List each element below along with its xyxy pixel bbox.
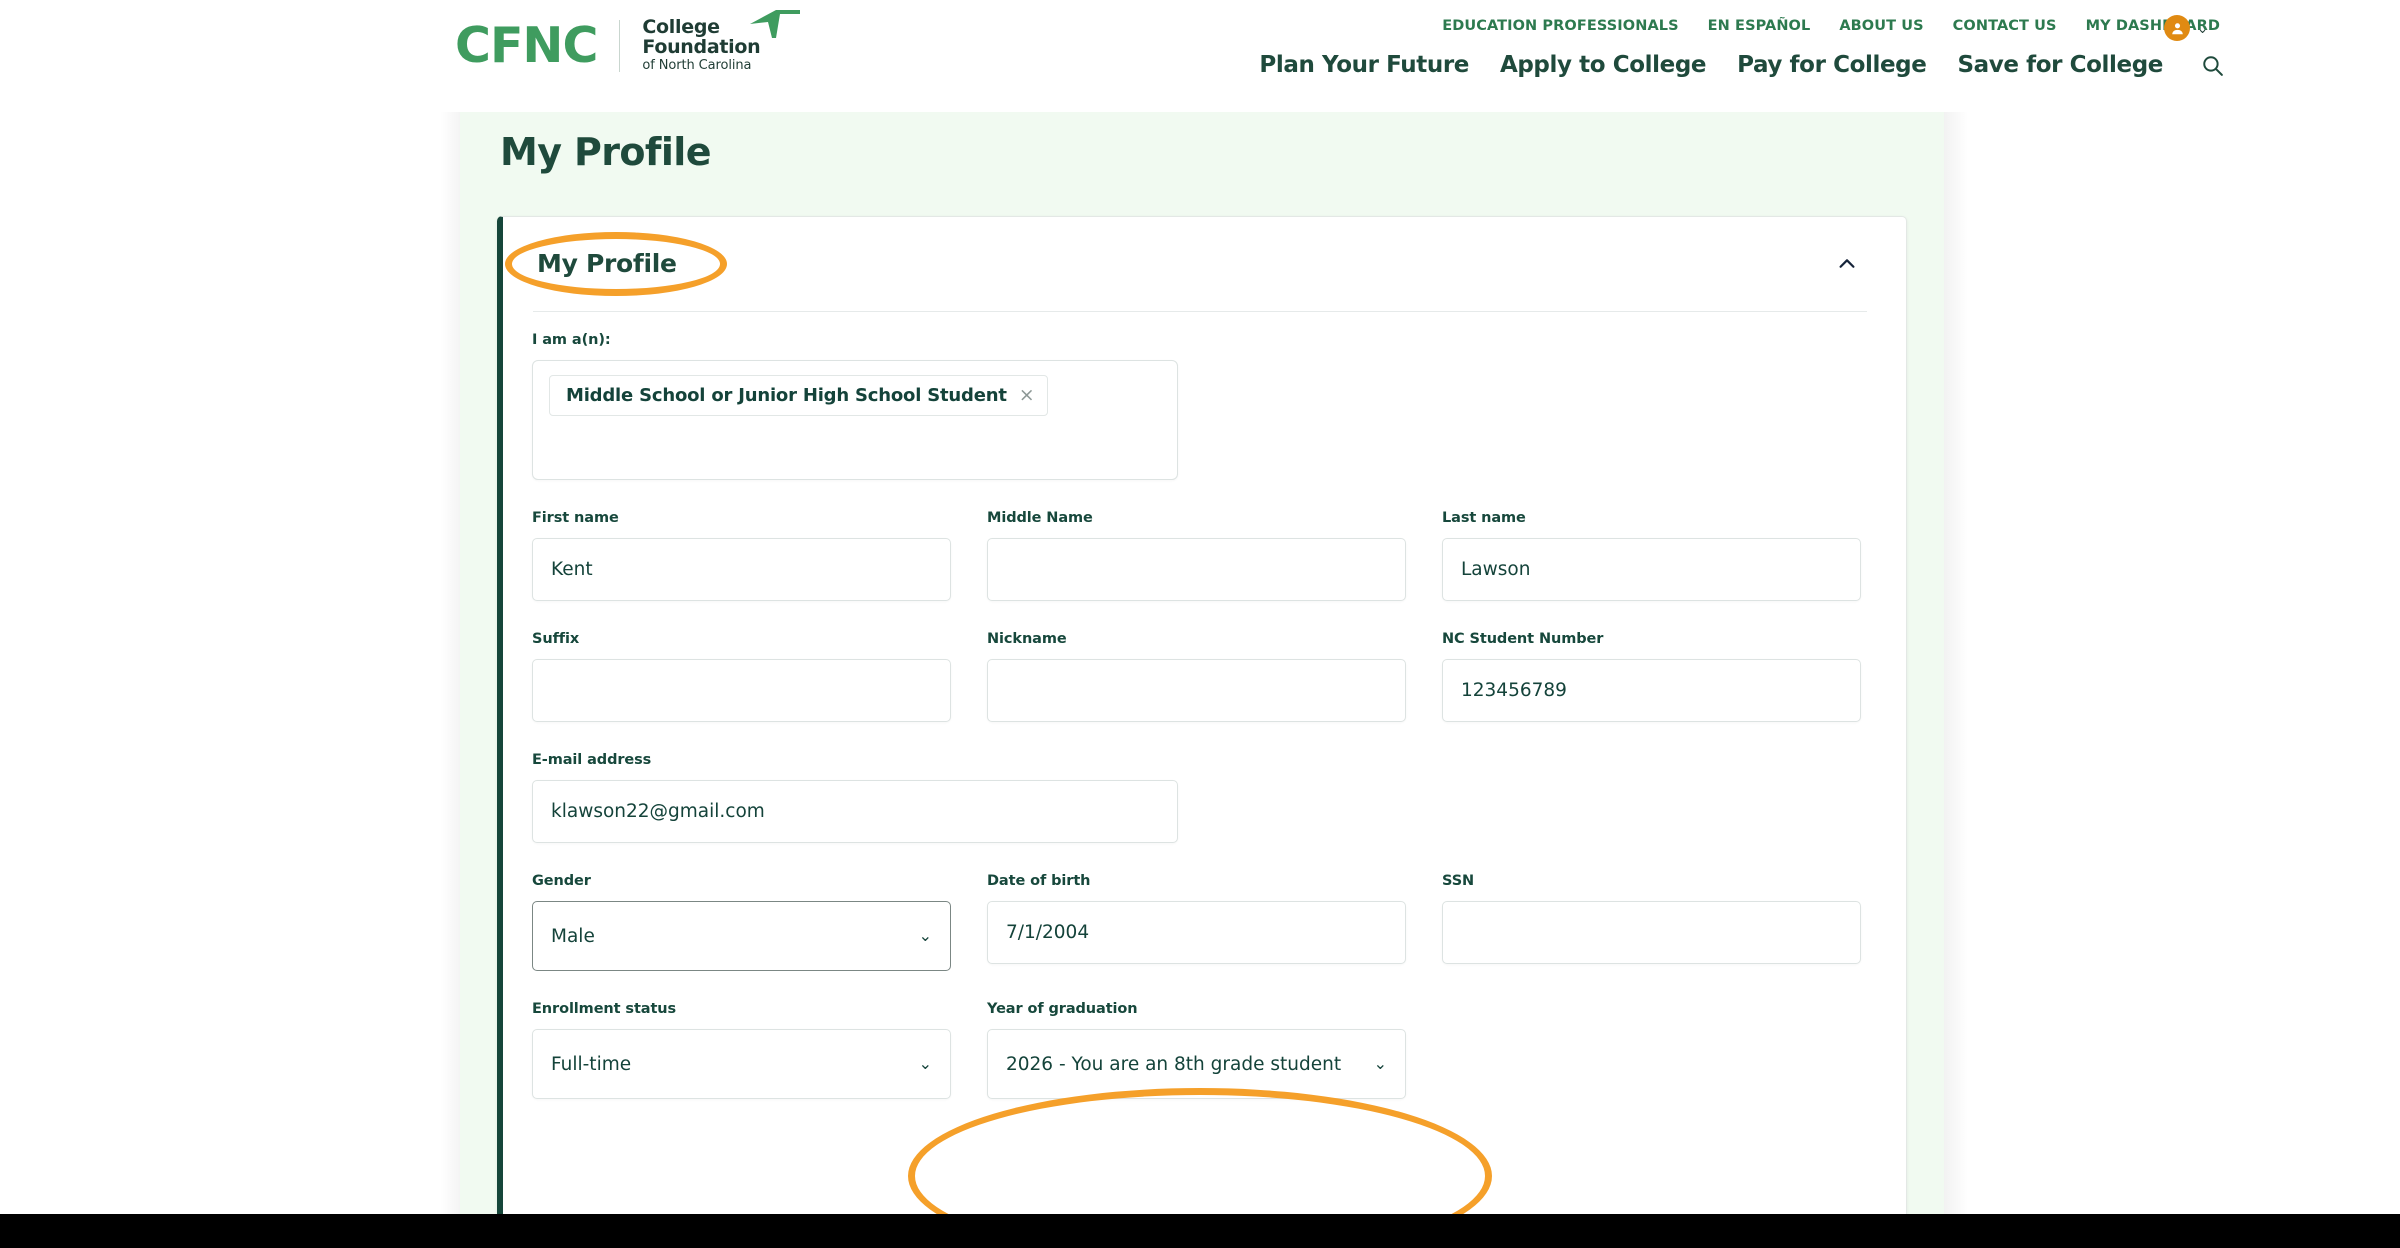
field-gender: Gender Male ⌄ xyxy=(532,873,951,971)
field-enrollment-status: Enrollment status Full-time ⌄ xyxy=(532,1001,951,1099)
field-suffix: Suffix xyxy=(532,631,951,722)
nickname-input[interactable] xyxy=(987,659,1406,722)
chevron-down-icon: ⌄ xyxy=(918,1054,932,1073)
year-of-graduation-select[interactable]: 2026 - You are an 8th grade student ⌄ xyxy=(987,1029,1406,1099)
email-input[interactable]: klawson22@gmail.com xyxy=(532,780,1178,843)
nav-item-apply-to-college[interactable]: Apply to College xyxy=(1500,52,1707,78)
label-last-name: Last name xyxy=(1442,510,1526,526)
date-of-birth-value: 7/1/2004 xyxy=(1006,922,1090,943)
logo-divider xyxy=(619,19,621,72)
account-menu[interactable]: ⌄ xyxy=(2164,15,2208,41)
account-circle-icon[interactable] xyxy=(2164,15,2191,41)
row-suffix-nickname-ncsn: Suffix Nickname NC Student Number 123456… xyxy=(532,631,1872,722)
label-year-of-graduation: Year of graduation xyxy=(987,1001,1138,1017)
field-nc-student-number: NC Student Number 123456789 xyxy=(1442,631,1861,722)
tag-chip-label: Middle School or Junior High School Stud… xyxy=(566,385,1007,406)
page-root: CFNC College Foundation of North Carolin… xyxy=(0,0,2400,1248)
ssn-input[interactable] xyxy=(1442,901,1861,964)
chevron-up-icon[interactable] xyxy=(1836,253,1858,280)
card-header-divider xyxy=(533,311,1867,312)
label-gender: Gender xyxy=(532,873,591,889)
profile-form: I am a(n): Middle School or Junior High … xyxy=(532,332,1872,1099)
middle-name-input[interactable] xyxy=(987,538,1406,601)
nc-swoosh-icon xyxy=(746,8,804,45)
logo-line-north-carolina: of North Carolina xyxy=(642,57,752,73)
field-email: E-mail address klawson22@gmail.com xyxy=(532,752,1872,843)
viewport-bottom-bar xyxy=(0,1214,2400,1248)
gender-value: Male xyxy=(551,925,595,947)
field-last-name: Last name Lawson xyxy=(1442,510,1861,601)
field-year-of-graduation: Year of graduation 2026 - You are an 8th… xyxy=(987,1001,1406,1099)
date-of-birth-input[interactable]: 7/1/2004 xyxy=(987,901,1406,964)
panel-shadow-right xyxy=(1944,112,1968,1248)
enrollment-status-select[interactable]: Full-time ⌄ xyxy=(532,1029,951,1099)
nav-item-plan-your-future[interactable]: Plan Your Future xyxy=(1259,52,1469,78)
row-names: First name Kent Middle Name Last name La… xyxy=(532,510,1872,601)
label-nickname: Nickname xyxy=(987,631,1067,647)
top-link-en-espanol[interactable]: EN ESPAÑOL xyxy=(1708,18,1811,34)
last-name-value: Lawson xyxy=(1461,559,1531,580)
logo-line-college: College xyxy=(642,16,720,38)
field-middle-name: Middle Name xyxy=(987,510,1406,601)
nav-item-pay-for-college[interactable]: Pay for College xyxy=(1737,52,1927,78)
nav-item-save-for-college[interactable]: Save for College xyxy=(1957,52,2163,78)
email-value: klawson22@gmail.com xyxy=(551,801,765,822)
search-icon[interactable] xyxy=(2200,53,2225,78)
chevron-down-icon: ⌄ xyxy=(1373,1054,1387,1073)
field-ssn: SSN xyxy=(1442,873,1861,971)
label-nc-student-number: NC Student Number xyxy=(1442,631,1604,647)
field-first-name: First name Kent xyxy=(532,510,951,601)
top-utility-nav: EDUCATION PROFESSIONALS EN ESPAÑOL ABOUT… xyxy=(1442,18,2220,34)
label-email: E-mail address xyxy=(532,752,652,768)
logo-college-foundation: College Foundation of North Carolina xyxy=(642,10,801,73)
row-enrollment-graduation: Enrollment status Full-time ⌄ Year of gr… xyxy=(532,1001,1872,1099)
last-name-input[interactable]: Lawson xyxy=(1442,538,1861,601)
nc-student-number-input[interactable]: 123456789 xyxy=(1442,659,1861,722)
profile-card-title: My Profile xyxy=(537,249,677,278)
profile-card-header[interactable]: My Profile xyxy=(503,217,1906,312)
page-title: My Profile xyxy=(500,130,711,174)
year-of-graduation-value: 2026 - You are an 8th grade student xyxy=(1006,1053,1342,1075)
chevron-down-icon: ⌄ xyxy=(918,926,932,945)
profile-card: My Profile I am a(n): Middle School or J… xyxy=(497,216,1907,1226)
first-name-value: Kent xyxy=(551,559,593,580)
label-enrollment-status: Enrollment status xyxy=(532,1001,677,1017)
close-icon[interactable]: × xyxy=(1019,386,1035,405)
field-date-of-birth: Date of birth 7/1/2004 xyxy=(987,873,1406,971)
top-link-about-us[interactable]: ABOUT US xyxy=(1839,18,1923,34)
label-first-name: First name xyxy=(532,510,619,526)
nc-student-number-value: 123456789 xyxy=(1461,680,1567,701)
enrollment-status-value: Full-time xyxy=(551,1053,632,1075)
label-suffix: Suffix xyxy=(532,631,580,647)
tag-chip-student-type[interactable]: Middle School or Junior High School Stud… xyxy=(549,375,1049,416)
label-date-of-birth: Date of birth xyxy=(987,873,1091,889)
gender-select[interactable]: Male ⌄ xyxy=(532,901,951,971)
chevron-down-icon[interactable]: ⌄ xyxy=(2197,22,2208,35)
primary-nav: Plan Your Future Apply to College Pay fo… xyxy=(1259,52,2225,78)
site-logo[interactable]: CFNC College Foundation of North Carolin… xyxy=(455,10,801,75)
i-am-a-multiselect[interactable]: Middle School or Junior High School Stud… xyxy=(532,360,1178,480)
site-header: CFNC College Foundation of North Carolin… xyxy=(0,0,2400,112)
label-i-am-a: I am a(n): xyxy=(532,332,611,348)
label-ssn: SSN xyxy=(1442,873,1475,889)
row-gender-dob-ssn: Gender Male ⌄ Date of birth 7/1/2004 SSN xyxy=(532,873,1872,971)
first-name-input[interactable]: Kent xyxy=(532,538,951,601)
top-link-education-professionals[interactable]: EDUCATION PROFESSIONALS xyxy=(1442,18,1678,34)
logo-cfnc-text: CFNC xyxy=(455,17,598,75)
top-link-contact-us[interactable]: CONTACT US xyxy=(1953,18,2057,34)
panel-shadow-left xyxy=(440,112,460,1248)
label-middle-name: Middle Name xyxy=(987,510,1093,526)
suffix-input[interactable] xyxy=(532,659,951,722)
logo-line-foundation: Foundation xyxy=(642,35,761,58)
field-nickname: Nickname xyxy=(987,631,1406,722)
field-i-am-a: I am a(n): Middle School or Junior High … xyxy=(532,332,1872,480)
